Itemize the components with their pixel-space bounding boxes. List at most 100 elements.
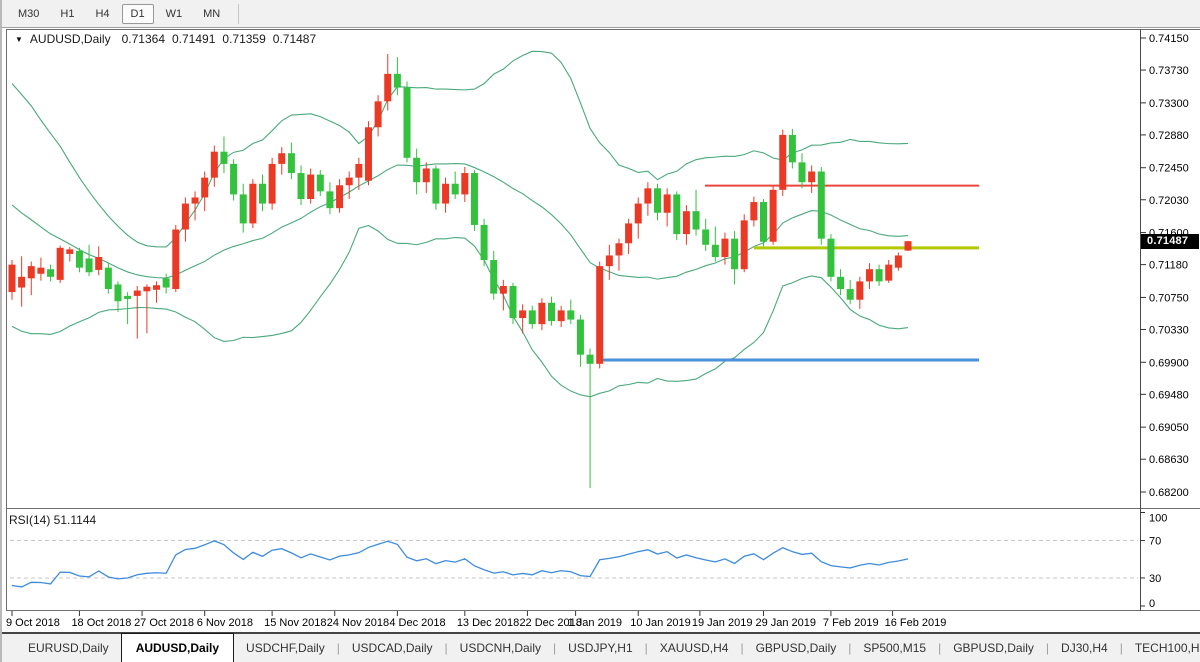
- candle-body: [548, 303, 555, 321]
- candle-body: [481, 225, 488, 260]
- price-tick-label: 0.69480: [1149, 389, 1189, 401]
- candle-body: [124, 296, 131, 299]
- candle-body: [211, 152, 218, 178]
- price-tick-label: 0.70750: [1149, 292, 1189, 304]
- candle-body: [28, 266, 35, 278]
- date-axis: 9 Oct 2018 18 Oct 201827 Oct 20186 Nov 20…: [6, 611, 946, 629]
- chart-tab-dj30-h4[interactable]: DJ30,H4: [1049, 634, 1120, 662]
- timeframe-button-mn[interactable]: MN: [194, 4, 229, 24]
- candle-body: [134, 291, 141, 296]
- price-tick-label: 0.74150: [1149, 33, 1189, 45]
- candle-body: [365, 127, 372, 180]
- candle-body: [317, 175, 324, 192]
- candle-body: [847, 289, 854, 300]
- chart-tab-eurusd-daily[interactable]: EURUSD,Daily: [16, 634, 121, 662]
- date-tick-label: 24 Nov 2018: [327, 617, 389, 629]
- candle-body: [452, 184, 459, 195]
- candle-body: [673, 194, 680, 234]
- chart-tab-tech100-h1[interactable]: TECH100,H1: [1123, 634, 1200, 662]
- rsi-tick-label: 30: [1149, 573, 1161, 585]
- candle-body: [538, 303, 545, 324]
- candle-body: [143, 287, 150, 292]
- chart-tab-xauusd-h4[interactable]: XAUUSD,H4: [648, 634, 741, 662]
- candle-body: [57, 248, 64, 280]
- chart-tab-usdjpy-h1[interactable]: USDJPY,H1: [556, 634, 644, 662]
- candle-body: [105, 268, 112, 289]
- toolbar-separator: [238, 4, 239, 24]
- timeframe-button-d1[interactable]: D1: [122, 4, 154, 24]
- price-axis: 0.741500.737300.733000.728800.724500.720…: [1140, 33, 1189, 499]
- candle-body: [808, 172, 815, 183]
- candle-body: [269, 164, 276, 204]
- current-price-badge: 0.71487: [1141, 234, 1199, 249]
- candle-body: [693, 211, 700, 229]
- candle-body: [249, 184, 256, 224]
- candle-body: [625, 223, 632, 243]
- candle-body: [529, 310, 536, 324]
- date-tick-label: 7 Feb 2019: [823, 617, 879, 629]
- candle-body: [394, 74, 401, 88]
- chart-tab-sp500-m15[interactable]: SP500,M15: [851, 634, 938, 662]
- candle-body: [577, 320, 584, 355]
- timeframe-button-m30[interactable]: M30: [9, 4, 48, 24]
- price-tick-label: 0.72880: [1149, 130, 1189, 142]
- chart-tab-usdcad-daily[interactable]: USDCAD,Daily: [340, 634, 445, 662]
- candle-body: [866, 269, 873, 281]
- chart-tab-bar: EURUSD,DailyAUDUSD,DailyUSDCHF,Daily|USD…: [2, 632, 1200, 662]
- chart-title: ▼ AUDUSD,Daily 0.71364 0.71491 0.71359 0…: [15, 32, 323, 46]
- candle-body: [220, 152, 227, 164]
- candle-body: [298, 173, 305, 199]
- date-tick-label: 6 Nov 2018: [197, 617, 253, 629]
- chart-tab-usdchf-daily[interactable]: USDCHF,Daily: [234, 634, 337, 662]
- candle-body: [18, 277, 25, 288]
- date-tick-label: 18 Oct 2018: [71, 617, 131, 629]
- rsi-pane[interactable]: [7, 509, 1140, 610]
- candle-body: [326, 191, 333, 208]
- chart-tab-gbpusd-daily[interactable]: GBPUSD,Daily: [941, 634, 1046, 662]
- timeframe-button-w1[interactable]: W1: [157, 4, 192, 24]
- candle-body: [346, 178, 353, 186]
- candle-body: [66, 249, 73, 254]
- candle-body: [741, 220, 748, 269]
- candle-body: [683, 211, 690, 234]
- ohlc-low-value: 0.71359: [222, 32, 265, 46]
- rsi-axis: 10070300: [1140, 513, 1167, 611]
- candle-body: [384, 74, 391, 101]
- price-tick-label: 0.68200: [1149, 487, 1189, 499]
- chevron-down-icon[interactable]: ▼: [15, 35, 23, 44]
- candle-body: [86, 259, 93, 273]
- candle-body: [905, 241, 912, 250]
- candle-body: [307, 175, 314, 199]
- rsi-tick-label: 70: [1149, 536, 1161, 548]
- candle-body: [432, 168, 439, 203]
- candle-body: [654, 188, 661, 212]
- candle-body: [721, 239, 728, 257]
- candle-body: [192, 197, 199, 203]
- rsi-tick-label: 0: [1149, 598, 1155, 610]
- chart-canvas[interactable]: 0.741500.737300.733000.728800.724500.720…: [2, 0, 1200, 662]
- price-tick-label: 0.73730: [1149, 65, 1189, 77]
- date-tick-label: 27 Oct 2018: [134, 617, 194, 629]
- mt4-window: { "toolbar": { "timeframes": ["M30","H1"…: [0, 0, 1200, 662]
- chart-tab-gbpusd-daily[interactable]: GBPUSD,Daily: [744, 634, 849, 662]
- candle-body: [355, 164, 362, 178]
- candle-body: [635, 204, 642, 224]
- candle-body: [664, 194, 671, 212]
- timeframe-button-h4[interactable]: H4: [86, 4, 118, 24]
- candle-body: [47, 269, 54, 277]
- ohlc-close-value: 0.71487: [273, 32, 316, 46]
- ohlc-open-value: 0.71364: [122, 32, 165, 46]
- date-tick-label: 15 Nov 2018: [264, 617, 326, 629]
- chart-tab-audusd-daily[interactable]: AUDUSD,Daily: [121, 633, 234, 662]
- date-tick-label: 9 Oct 2018: [6, 617, 60, 629]
- timeframe-button-h1[interactable]: H1: [51, 4, 83, 24]
- candle-body: [876, 269, 883, 281]
- candle-body: [259, 184, 266, 204]
- chart-symbol-label: AUDUSD,Daily: [30, 32, 111, 46]
- candle-body: [519, 310, 526, 318]
- candle-body: [731, 239, 738, 270]
- candle-body: [558, 310, 565, 321]
- ohlc-high-value: 0.71491: [172, 32, 215, 46]
- candle-body: [413, 158, 420, 182]
- chart-tab-usdcnh-daily[interactable]: USDCNH,Daily: [448, 634, 553, 662]
